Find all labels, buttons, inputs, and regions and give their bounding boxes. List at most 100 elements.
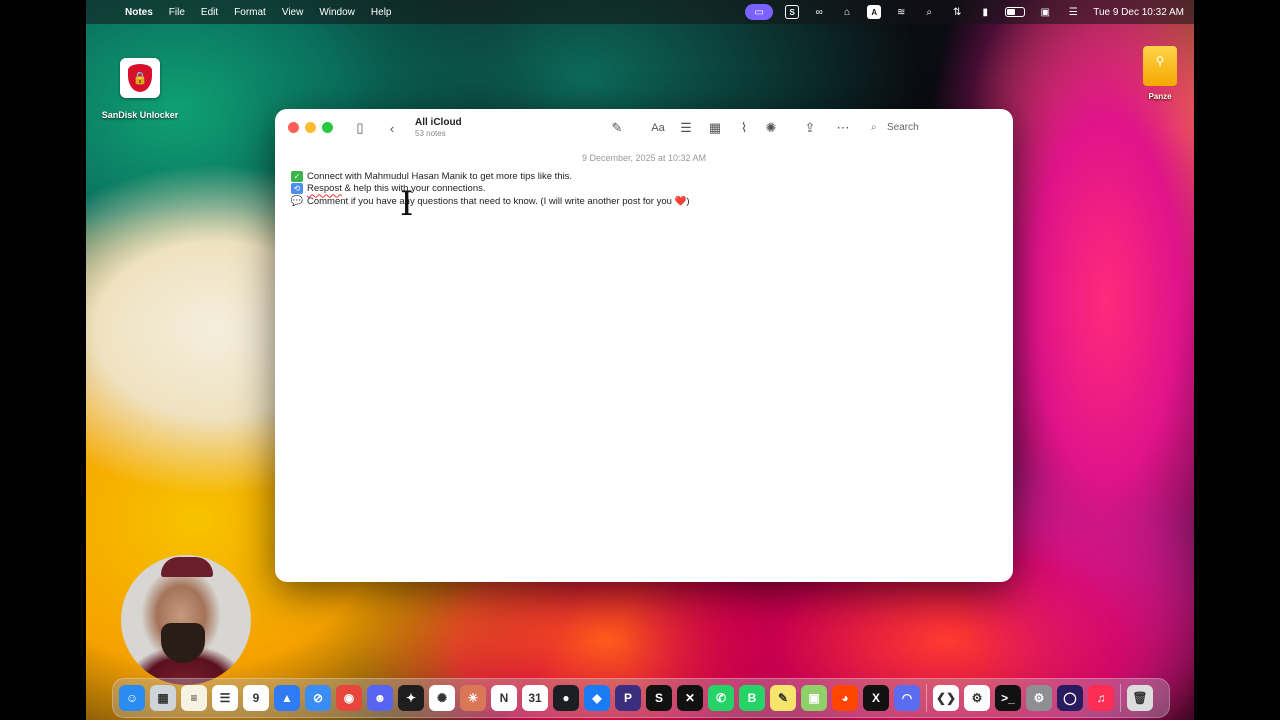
sidebar-toggle-icon[interactable]: ▯ xyxy=(350,119,370,137)
presenter-beard xyxy=(161,623,205,663)
search-field[interactable]: ⌕ xyxy=(871,118,1001,137)
menu-app-name[interactable]: Notes xyxy=(125,7,153,18)
folder-note-count: 53 notes xyxy=(415,129,446,138)
dock-vscode-icon[interactable]: ❮❯ xyxy=(933,685,959,711)
dock-separator xyxy=(1120,684,1121,712)
table-icon[interactable]: ▦ xyxy=(705,119,725,137)
dock-reminders-icon[interactable]: ☰ xyxy=(212,685,238,711)
menu-format[interactable]: Format xyxy=(234,7,266,18)
dock-music-icon[interactable]: ♫ xyxy=(1088,685,1114,711)
dock-github-icon[interactable]: ● xyxy=(553,685,579,711)
note-line-text: Connect with Mahmudul Hasan Manik to get… xyxy=(307,170,573,182)
dock-claude-icon[interactable]: ✳ xyxy=(460,685,486,711)
dock-terminal-icon[interactable]: >_ xyxy=(995,685,1021,711)
screen: Notes File Edit Format View Window Help … xyxy=(0,0,1280,720)
dock-finder-icon[interactable]: ☺ xyxy=(119,685,145,711)
dock-calendar-icon[interactable]: 9 xyxy=(243,685,269,711)
compose-icon[interactable]: ✎ xyxy=(607,119,627,137)
close-window-button[interactable] xyxy=(288,122,299,133)
dock-cursor-app-icon[interactable]: ⚙ xyxy=(964,685,990,711)
menu-bar: Notes File Edit Format View Window Help … xyxy=(86,0,1194,24)
dock-framer-icon[interactable]: ◆ xyxy=(584,685,610,711)
menu-help[interactable]: Help xyxy=(371,7,392,18)
status-area: ▭ S ∞ ⌂ A ≋ ⌕ ⇅ ▮ ▣ ☰ Tue 9 Dec 10:32 AM xyxy=(745,0,1184,24)
control-center-icon[interactable]: ☰ xyxy=(1065,5,1081,19)
writing-tools-icon[interactable]: ✺ xyxy=(761,119,781,137)
dock-pencil-app-icon[interactable]: ✎ xyxy=(770,685,796,711)
note-line-text-end: ) xyxy=(686,195,690,207)
misspelled-word[interactable]: Respost xyxy=(307,183,342,194)
attachment-icon[interactable]: ⌇ xyxy=(734,119,754,137)
note-line[interactable]: ✓ Connect with Mahmudul Hasan Manik to g… xyxy=(291,170,991,183)
heart-icon: ❤️ xyxy=(674,195,687,207)
dock-skype-icon[interactable]: S xyxy=(646,685,672,711)
menu-window[interactable]: Window xyxy=(319,7,355,18)
drive-icon: ⚲ xyxy=(1143,46,1177,86)
creative-cloud-icon[interactable]: ∞ xyxy=(811,5,827,19)
desktop-icon-label: SanDisk Unlocker xyxy=(101,110,179,120)
text-cursor-icon: I xyxy=(400,184,414,224)
dock-testflight-icon[interactable]: ▲ xyxy=(274,685,300,711)
screen-mirror-icon[interactable]: ▭ xyxy=(745,4,774,20)
note-date: 9 December, 2025 at 10:32 AM xyxy=(581,153,707,163)
note-line[interactable]: 💬 Comment if you have any questions that… xyxy=(291,195,991,208)
minimize-window-button[interactable] xyxy=(305,122,316,133)
webcam-overlay xyxy=(121,555,251,685)
dock: ☺ ▦ ≡ ☰ 9 ▲ ⊘ ◉ ☻ ✦ ✺ ✳ N 31 ● ◆ P S ✕ ✆ B ✎ ▣ ◕ X ◠ ❮❯ ⚙ >_ ⚙ ◯ ♫ 🗑 xyxy=(112,678,1170,718)
menu-file[interactable]: File xyxy=(169,7,185,18)
dock-orbit-icon[interactable]: ◯ xyxy=(1057,685,1083,711)
zoom-window-button[interactable] xyxy=(322,122,333,133)
menu-view[interactable]: View xyxy=(282,7,304,18)
spotlight-search-icon[interactable]: ⌕ xyxy=(921,5,937,19)
dock-whatsapp-icon[interactable]: ✆ xyxy=(708,685,734,711)
search-input[interactable] xyxy=(887,122,987,133)
menu-edit[interactable]: Edit xyxy=(201,7,218,18)
check-mark-icon: ✓ xyxy=(291,170,303,182)
dock-chrome-icon[interactable]: ◉ xyxy=(336,685,362,711)
dock-x-icon[interactable]: X xyxy=(863,685,889,711)
dock-reddit-icon[interactable]: ◕ xyxy=(832,685,858,711)
dock-discord-icon[interactable]: ☻ xyxy=(367,685,393,711)
dock-proton-icon[interactable]: P xyxy=(615,685,641,711)
dock-preview-icon[interactable]: ▣ xyxy=(801,685,827,711)
dock-safari-icon[interactable]: ⊘ xyxy=(305,685,331,711)
notes-window: ▯ ‹ All iCloud 53 notes ✎ Aa ☰ ▦ ⌇ ✺ ⇪ ⋯… xyxy=(275,109,1013,582)
dock-capcut-icon[interactable]: ✕ xyxy=(677,685,703,711)
search-icon: ⌕ xyxy=(871,122,877,133)
dock-settings-icon[interactable]: ⚙ xyxy=(1026,685,1052,711)
dock-notes-icon[interactable]: ≡ xyxy=(181,685,207,711)
dock-notion-icon[interactable]: N xyxy=(491,685,517,711)
s-app-icon[interactable]: S xyxy=(785,5,800,19)
network-icon[interactable]: ⇅ xyxy=(949,5,965,19)
folder-title: All iCloud xyxy=(415,117,462,128)
desktop-icon-label: Panze xyxy=(1148,92,1172,101)
speech-bubble-icon: 💬 xyxy=(290,195,304,207)
dock-arc-icon[interactable]: ◠ xyxy=(894,685,920,711)
window-toolbar: ▯ ‹ All iCloud 53 notes ✎ Aa ☰ ▦ ⌇ ✺ ⇪ ⋯… xyxy=(275,109,1013,147)
repost-icon: ⟲ xyxy=(291,183,303,195)
menu-clock[interactable]: Tue 9 Dec 10:32 AM xyxy=(1093,7,1184,18)
dock-figma-icon[interactable]: ✦ xyxy=(398,685,424,711)
clipboard-icon[interactable]: ⌂ xyxy=(839,5,855,19)
back-chevron-icon[interactable]: ‹ xyxy=(382,119,402,137)
dock-launchpad-icon[interactable]: ▦ xyxy=(150,685,176,711)
share-icon[interactable]: ⇪ xyxy=(800,119,820,137)
dock-trash-icon[interactable]: 🗑 xyxy=(1127,685,1153,711)
note-body[interactable]: ✓ Connect with Mahmudul Hasan Manik to g… xyxy=(291,170,991,208)
wifi-icon[interactable]: ≋ xyxy=(893,5,909,19)
dock-calendar-31-icon[interactable]: 31 xyxy=(522,685,548,711)
dock-separator xyxy=(926,684,927,712)
checklist-icon[interactable]: ☰ xyxy=(676,119,696,137)
dock-whatsapp-business-icon[interactable]: B xyxy=(739,685,765,711)
display-icon[interactable]: ▣ xyxy=(1037,5,1053,19)
desktop-icon-sandisk-unlocker[interactable]: 🔒 SanDisk Unlocker xyxy=(100,58,180,120)
dock-chatgpt-icon[interactable]: ✺ xyxy=(429,685,455,711)
desktop-icon-panze[interactable]: ⚲ Panze xyxy=(1138,46,1182,101)
note-line[interactable]: ⟲ Respost & help this with your connecti… xyxy=(291,183,991,196)
text-format-icon[interactable]: Aa xyxy=(647,119,669,137)
shield-lock-icon: 🔒 xyxy=(120,58,160,98)
a-keyboard-icon[interactable]: A xyxy=(867,5,882,19)
battery-icon[interactable] xyxy=(1005,7,1026,17)
lock-icon[interactable]: ▮ xyxy=(977,5,993,19)
more-options-icon[interactable]: ⋯ xyxy=(833,119,853,137)
